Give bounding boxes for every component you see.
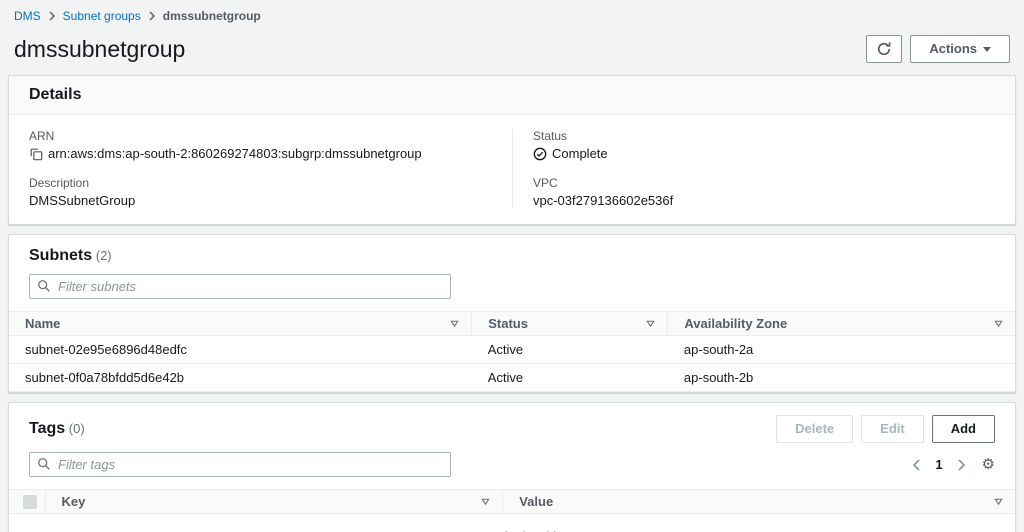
- status-value: Complete: [552, 146, 608, 161]
- description-value: DMSSubnetGroup: [29, 193, 136, 208]
- subnets-col-az-label: Availability Zone: [684, 316, 788, 331]
- tags-count: (0): [68, 421, 85, 436]
- next-page-button[interactable]: [955, 457, 968, 473]
- actions-button-label: Actions: [929, 41, 977, 56]
- pagination: 1 ⚙: [910, 457, 995, 473]
- select-all-checkbox-cell: [9, 489, 46, 514]
- subnet-status: Active: [471, 363, 668, 392]
- sort-filter-icon[interactable]: [994, 319, 1003, 328]
- chevron-right-icon: [957, 458, 966, 471]
- subnets-col-az[interactable]: Availability Zone: [667, 311, 1015, 336]
- sort-filter-icon[interactable]: [646, 319, 656, 328]
- caret-down-icon: [983, 46, 991, 52]
- details-card-title: Details: [9, 76, 1015, 115]
- tags-col-value[interactable]: Value: [502, 489, 1015, 514]
- subnets-card: Subnets (2) Name: [8, 234, 1016, 393]
- details-column-right: Status Complete VPC vpc-03f279136602e536…: [512, 129, 1015, 208]
- page-header: dmssubnetgroup Actions: [8, 23, 1016, 75]
- tags-filter-input[interactable]: [29, 452, 451, 477]
- subnet-name: subnet-02e95e6896d48edfc: [9, 335, 472, 364]
- page: DMS Subnet groups dmssubnetgroup dmssubn…: [0, 0, 1024, 532]
- subnets-col-status[interactable]: Status: [471, 311, 669, 336]
- tags-col-value-label: Value: [519, 494, 554, 509]
- previous-page-button[interactable]: [910, 457, 923, 473]
- subnets-filter-input[interactable]: [29, 274, 451, 299]
- tags-col-key[interactable]: Key: [45, 489, 504, 514]
- chevron-right-icon: [148, 11, 156, 21]
- subnets-col-name[interactable]: Name: [9, 311, 473, 336]
- tags-title: Tags: [29, 420, 66, 437]
- refresh-icon: [876, 41, 892, 57]
- vpc-field: VPC vpc-03f279136602e536f: [533, 176, 995, 208]
- subnets-col-status-label: Status: [488, 316, 528, 331]
- subnets-title: Subnets: [29, 247, 93, 264]
- sort-filter-icon[interactable]: [481, 497, 490, 506]
- status-check-circle-icon: [533, 147, 547, 161]
- select-all-checkbox[interactable]: [23, 494, 37, 509]
- add-button[interactable]: Add: [931, 415, 995, 443]
- search-icon: [37, 457, 51, 471]
- subnets-table: Name Status Availability Zone subnet-02e…: [9, 311, 1015, 392]
- tags-table: Key Value No tags are attache: [9, 489, 1015, 532]
- breadcrumb: DMS Subnet groups dmssubnetgroup: [8, 0, 1016, 23]
- vpc-value: vpc-03f279136602e536f: [533, 193, 674, 208]
- current-page-number[interactable]: 1: [935, 457, 942, 472]
- refresh-button[interactable]: [866, 35, 903, 63]
- subnets-count: (2): [95, 248, 112, 263]
- chevron-left-icon: [912, 458, 921, 471]
- page-title: dmssubnetgroup: [14, 35, 186, 62]
- subnet-name: subnet-0f0a78bfdd5d6e42b: [9, 363, 472, 392]
- breadcrumb-current: dmssubnetgroup: [162, 9, 261, 23]
- arn-field: ARN arn:aws:dms:ap-south-2:860269274803:…: [29, 129, 492, 161]
- table-row: subnet-0f0a78bfdd5d6e42b Active ap-south…: [9, 363, 1015, 392]
- status-label: Status: [533, 129, 568, 143]
- table-row: subnet-02e95e6896d48edfc Active ap-south…: [9, 335, 1015, 364]
- description-field: Description DMSSubnetGroup: [29, 176, 492, 208]
- copy-icon[interactable]: [29, 147, 43, 161]
- sort-filter-icon[interactable]: [450, 319, 459, 328]
- breadcrumb-link-subnet-groups[interactable]: Subnet groups: [63, 9, 141, 23]
- subnets-col-name-label: Name: [25, 316, 61, 331]
- subnet-az: ap-south-2a: [667, 335, 1015, 364]
- subnet-az: ap-south-2b: [667, 363, 1015, 392]
- settings-gear-icon[interactable]: ⚙: [980, 457, 995, 472]
- search-icon: [37, 279, 51, 293]
- actions-button[interactable]: Actions: [910, 35, 1010, 63]
- tags-card: Tags (0) Delete Edit Add Filter tags 1 ⚙…: [8, 402, 1016, 532]
- arn-label: ARN: [29, 129, 55, 143]
- arn-value: arn:aws:dms:ap-south-2:860269274803:subg…: [48, 146, 422, 161]
- delete-button: Delete: [776, 415, 854, 443]
- subnet-status: Active: [471, 335, 668, 364]
- details-column-left: ARN arn:aws:dms:ap-south-2:860269274803:…: [9, 129, 512, 208]
- sort-filter-icon[interactable]: [994, 497, 1003, 506]
- description-label: Description: [29, 176, 90, 190]
- details-card: Details ARN arn:aws:dms:ap-south-2:86026…: [8, 75, 1016, 225]
- vpc-label: VPC: [533, 176, 558, 190]
- tags-col-key-label: Key: [61, 494, 86, 509]
- status-field: Status Complete: [533, 129, 995, 161]
- empty-state-row: No tags are attached to this resource: [9, 514, 1015, 532]
- chevron-right-icon: [48, 11, 56, 21]
- breadcrumb-link-dms[interactable]: DMS: [14, 9, 41, 23]
- edit-button: Edit: [861, 415, 924, 443]
